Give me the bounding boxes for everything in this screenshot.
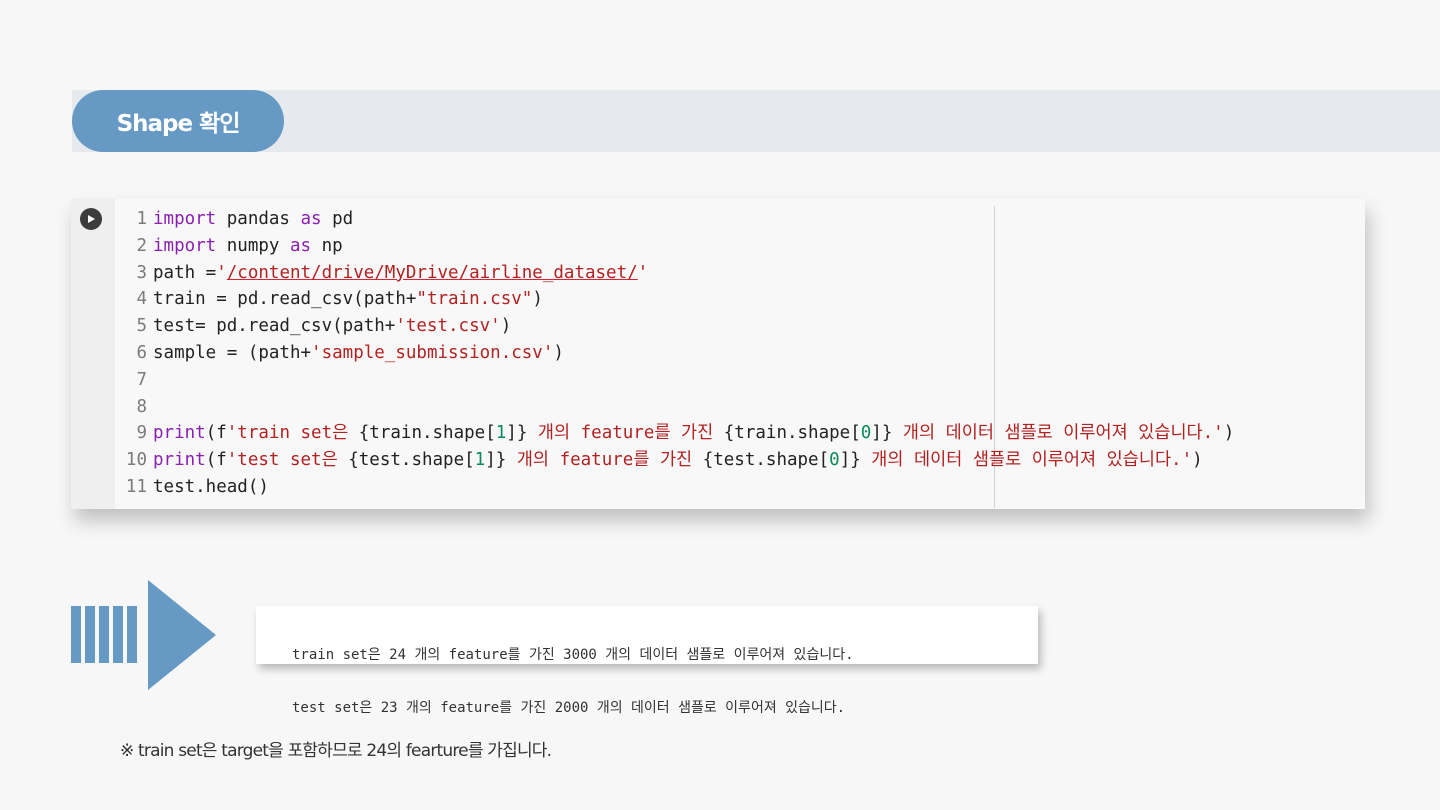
code-token: ) — [500, 316, 512, 337]
code-line[interactable]: 10 print(f'test set은 {test.shape[1]} 개의 f… — [115, 447, 1234, 474]
code-token: import — [153, 235, 217, 256]
section-title: Shape 확인 — [72, 90, 284, 152]
output-lines: train set은 24 개의 feature를 가진 3000 개의 데이터… — [292, 613, 854, 735]
code-token: sample = (path+ — [153, 342, 312, 363]
code-token: train = pd.read_csv(path+ — [153, 289, 417, 310]
code-token: 1 — [474, 450, 486, 471]
code-token: {train.shape[ — [358, 423, 496, 444]
line-number: 10 — [125, 450, 147, 471]
line-number: 9 — [136, 423, 147, 444]
code-line[interactable]: 3 path ='/content/drive/MyDrive/airline_d… — [115, 260, 1234, 287]
code-token: print — [153, 423, 206, 444]
code-token: 'test set은 — [226, 450, 349, 471]
code-line[interactable]: 8 — [115, 394, 1234, 421]
run-cell-button[interactable] — [80, 208, 102, 230]
code-token: 0 — [860, 423, 872, 444]
code-token: pd — [321, 209, 354, 229]
code-token: ) — [532, 289, 543, 310]
code-token: /content/drive/MyDrive/airline_dataset/ — [226, 262, 638, 283]
code-token: 'test.csv' — [395, 316, 501, 337]
arrow-right-icon — [148, 580, 216, 690]
code-token: 'sample_submission.csv' — [311, 342, 554, 363]
code-token: ' — [637, 262, 649, 283]
code-token: 개의 데이터 샘플로 이루어져 있습니다.' — [860, 450, 1193, 471]
code-token: (f — [205, 450, 227, 471]
line-number: 11 — [125, 476, 147, 497]
code-token: ) — [1223, 423, 1235, 444]
line-number: 4 — [136, 289, 147, 310]
code-token: ]} — [485, 450, 507, 471]
code-token: 1 — [495, 423, 507, 444]
code-token: 0 — [829, 450, 840, 471]
line-number: 5 — [136, 316, 147, 337]
play-icon — [88, 215, 95, 223]
code-token: ]} — [506, 423, 528, 444]
code-line[interactable]: 2 import numpy as np — [115, 233, 1234, 260]
code-line[interactable]: 9 print(f'train set은 {train.shape[1]} 개의 … — [115, 420, 1234, 447]
code-token: (f — [205, 423, 227, 444]
code-line[interactable]: 1 import pandas as pd — [115, 206, 1234, 233]
code-line[interactable]: 11 test.head() — [115, 474, 1234, 501]
code-token: {train.shape[ — [723, 423, 861, 444]
code-token: np — [311, 235, 343, 256]
code-token: 개의 feature를 가진 — [527, 423, 724, 444]
code-lines[interactable]: 1 import pandas as pd 2 import numpy as np 3… — [115, 206, 1234, 501]
code-token: as — [300, 209, 322, 229]
code-token: numpy — [216, 235, 290, 256]
code-token: ) — [1192, 450, 1203, 471]
code-line[interactable]: 7 — [115, 367, 1234, 394]
code-token: import — [153, 209, 217, 229]
code-token: ' — [216, 262, 227, 283]
footnote: ※ train set은 target을 포함하므로 24의 fearture를… — [120, 741, 552, 761]
code-token: 개의 데이터 샘플로 이루어져 있습니다.' — [892, 423, 1224, 444]
code-token: 개의 feature를 가진 — [506, 450, 703, 471]
code-token: print — [153, 450, 206, 471]
code-token: {test.shape[ — [348, 450, 475, 471]
line-number: 2 — [136, 235, 147, 256]
code-token: path = — [153, 262, 217, 283]
code-token: test= pd.read_csv(path+ — [153, 316, 396, 337]
code-token: 'train set은 — [226, 423, 359, 444]
line-number: 8 — [136, 396, 147, 417]
code-token: ]} — [871, 423, 893, 444]
output-line: train set은 24 개의 feature를 가진 3000 개의 데이터… — [292, 647, 854, 663]
output-line: test set은 23 개의 feature를 가진 2000 개의 데이터 … — [292, 700, 846, 716]
line-number: 1 — [136, 209, 147, 229]
code-token: ) — [553, 342, 564, 363]
code-token: ]} — [839, 450, 861, 471]
code-token: test.head() — [153, 476, 269, 497]
line-number: 3 — [136, 262, 147, 283]
code-token: "train.csv" — [416, 289, 533, 310]
code-line[interactable]: 6 sample = (path+'sample_submission.csv') — [115, 340, 1234, 367]
code-token: as — [289, 235, 312, 256]
code-line[interactable]: 4 train = pd.read_csv(path+"train.csv") — [115, 286, 1234, 313]
line-number: 6 — [136, 342, 147, 363]
code-token: {test.shape[ — [702, 450, 830, 471]
line-number: 7 — [136, 369, 147, 390]
code-line[interactable]: 5 test= pd.read_csv(path+'test.csv') — [115, 313, 1234, 340]
code-token: pandas — [216, 209, 301, 229]
